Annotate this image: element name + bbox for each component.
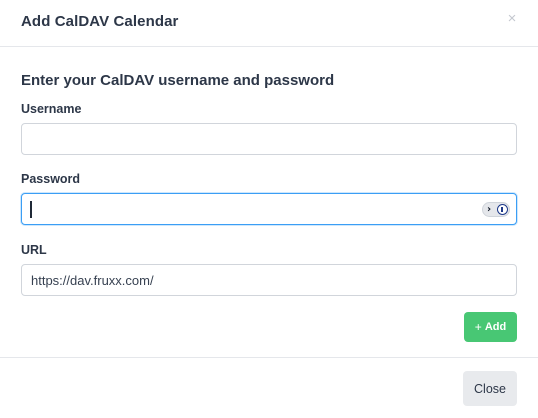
url-label: URL [21,243,47,257]
modal-title: Add CalDAV Calendar [21,13,179,30]
username-input[interactable] [21,123,517,155]
add-button[interactable]: + Add [464,312,517,342]
password-label: Password [21,172,81,186]
info-icon [497,204,508,215]
password-manager-icon[interactable]: › [482,202,510,217]
add-button-label: Add [484,321,507,333]
close-button[interactable]: Close [463,371,517,406]
username-label: Username [21,102,82,116]
url-input[interactable] [21,264,517,296]
form-heading: Enter your CalDAV username and password [21,72,335,89]
close-icon[interactable]: × [505,11,519,27]
plus-icon: + [474,320,482,334]
text-caret [30,201,32,218]
add-caldav-modal: Add CalDAV Calendar × Enter your CalDAV … [0,0,538,418]
modal-header: Add CalDAV Calendar × [0,0,538,47]
password-input[interactable] [21,193,517,225]
modal-footer [0,357,538,418]
chevron-right-icon: › [487,204,492,215]
